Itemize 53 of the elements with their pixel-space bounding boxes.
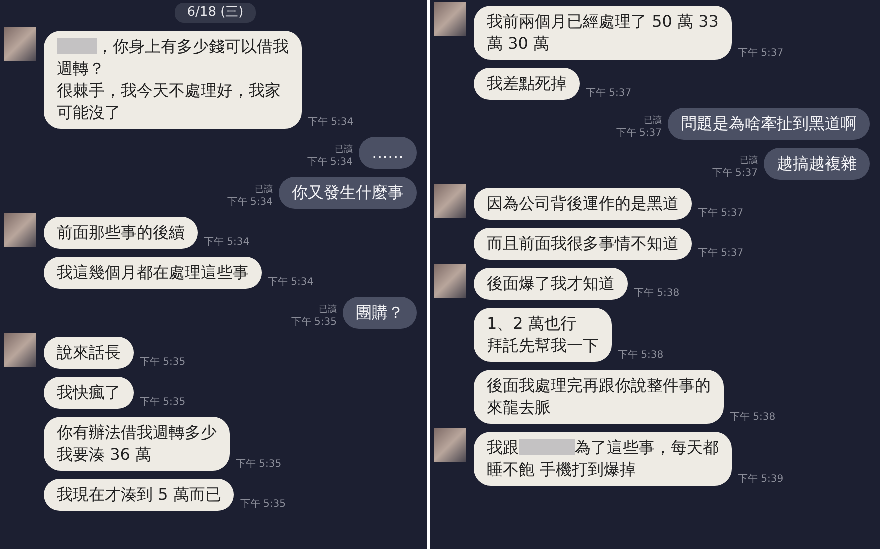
timestamp: 下午 5:35 xyxy=(240,498,286,511)
timestamp: 下午 5:38 xyxy=(618,349,664,362)
avatar-placeholder[interactable] xyxy=(4,27,36,61)
message-bubble: 問題是為啥牽扯到黑道啊 xyxy=(668,108,870,140)
message-bubble: 越搞越複雜 xyxy=(764,148,870,180)
message-bubble: 我這幾個月都在處理這些事 xyxy=(44,257,262,289)
timestamp: 下午 5:38 xyxy=(634,287,680,300)
timestamp: 下午 5:34 xyxy=(308,116,354,129)
message-bubble: 我現在才湊到 5 萬而已 xyxy=(44,479,234,511)
message-bubble: 而且前面我很多事情不知道 xyxy=(474,228,692,260)
avatar-placeholder[interactable] xyxy=(434,184,466,218)
timestamp: 下午 5:35 xyxy=(140,356,186,369)
timestamp: 下午 5:34 xyxy=(204,236,250,249)
date-label: 6/18 (三) xyxy=(175,3,256,23)
read-receipt: 已讀 xyxy=(335,145,353,156)
timestamp: 下午 5:39 xyxy=(738,473,784,486)
avatar-placeholder[interactable] xyxy=(4,333,36,367)
message-bubble: 前面那些事的後續 xyxy=(44,217,198,249)
timestamp: 下午 5:37 xyxy=(616,127,662,140)
message-bubble: 我快瘋了 xyxy=(44,377,134,409)
timestamp: 下午 5:37 xyxy=(712,167,758,180)
read-receipt: 已讀 xyxy=(644,116,662,127)
message-bubble: 1、2 萬也行 拜託先幫我一下 xyxy=(474,308,612,362)
message-bubble: 我前兩個月已經處理了 50 萬 33 萬 30 萬 xyxy=(474,6,732,60)
timestamp: 下午 5:38 xyxy=(730,411,776,424)
timestamp: 下午 5:37 xyxy=(698,247,744,260)
read-receipt: 已讀 xyxy=(255,185,273,196)
message-bubble: 後面我處理完再跟你說整件事的 來龍去脈 xyxy=(474,370,724,424)
message-bubble: ，你身上有多少錢可以借我 週轉？ 很棘手，我今天不處理好，我家 可能沒了 xyxy=(44,31,302,129)
avatar-placeholder[interactable] xyxy=(434,264,466,298)
timestamp: 下午 5:34 xyxy=(268,276,314,289)
timestamp: 下午 5:35 xyxy=(291,316,337,329)
avatar-placeholder[interactable] xyxy=(434,2,466,36)
message-bubble: …… xyxy=(359,137,417,169)
timestamp: 下午 5:34 xyxy=(307,156,353,169)
message-bubble: 我差點死掉 xyxy=(474,68,580,100)
read-receipt: 已讀 xyxy=(740,156,758,167)
timestamp: 下午 5:34 xyxy=(227,196,273,209)
message-bubble: 團購？ xyxy=(343,297,417,329)
message-bubble: 我跟 為了這些事，每天都 睡不飽 手機打到爆掉 xyxy=(474,432,732,486)
message-bubble: 說來話長 xyxy=(44,337,134,369)
message-bubble: 你又發生什麼事 xyxy=(279,177,417,209)
timestamp: 下午 5:37 xyxy=(698,207,744,220)
timestamp: 下午 5:37 xyxy=(586,87,632,100)
avatar-placeholder[interactable] xyxy=(4,213,36,247)
timestamp: 下午 5:35 xyxy=(140,396,186,409)
message-bubble: 後面爆了我才知道 xyxy=(474,268,628,300)
message-bubble: 因為公司背後運作的是黑道 xyxy=(474,188,692,220)
message-bubble: 你有辦法借我週轉多少 我要湊 36 萬 xyxy=(44,417,230,471)
avatar-placeholder[interactable] xyxy=(434,428,466,462)
timestamp: 下午 5:37 xyxy=(738,47,784,60)
read-receipt: 已讀 xyxy=(319,305,337,316)
timestamp: 下午 5:35 xyxy=(236,458,282,471)
